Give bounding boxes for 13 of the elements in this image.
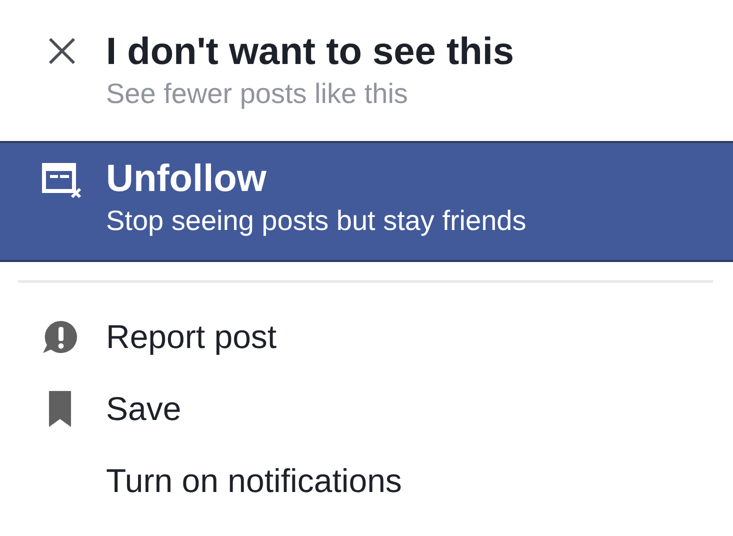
menu-item[interactable]: Report post [0,301,733,373]
close-icon [47,36,77,66]
feed-icon [42,163,82,199]
option-subtitle: See fewer posts like this [106,77,409,111]
menu-option[interactable]: I don't want to see this See fewer posts like this [0,20,733,141]
menu-item[interactable]: Save [0,373,733,445]
option-subtitle: Stop seeing posts but stay friends [106,204,526,238]
menu-item[interactable]: Turn on notifications [0,445,733,517]
menu-option[interactable]: Unfollow Stop seeing posts but stay friends [0,141,733,262]
option-title: Unfollow [106,157,268,201]
alert-icon [41,319,79,355]
option-title: I don't want to see this [106,30,514,74]
bookmark-icon [47,389,73,429]
